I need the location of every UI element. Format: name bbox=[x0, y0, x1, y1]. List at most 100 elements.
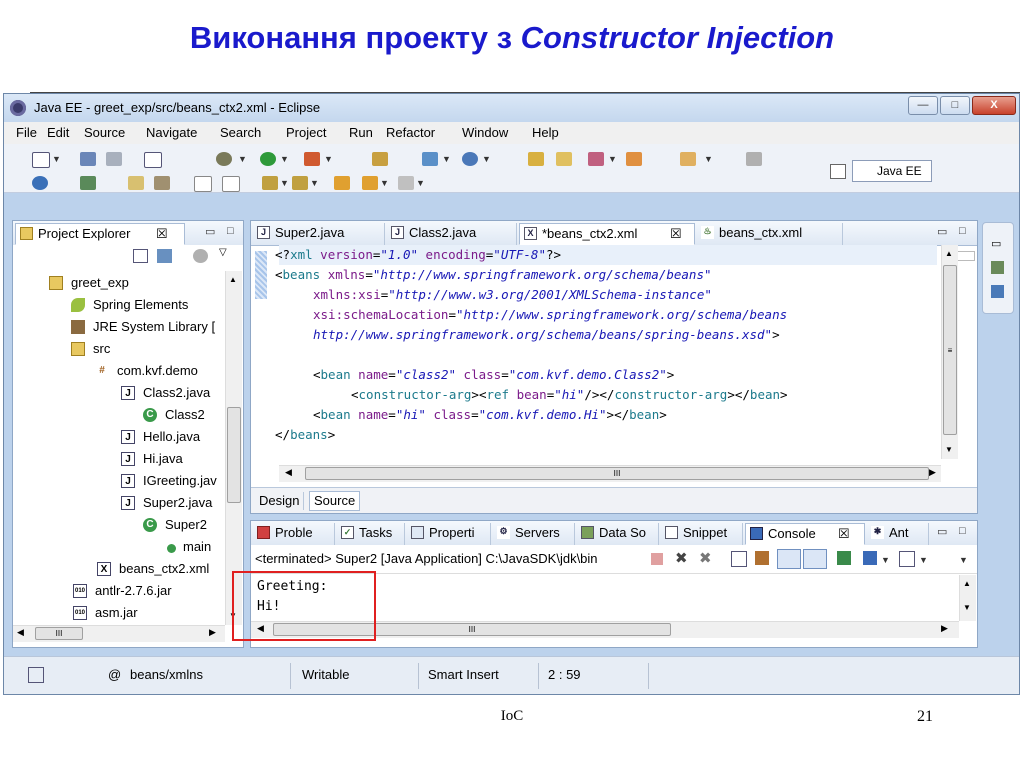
dropdown-arrow-icon[interactable]: ▼ bbox=[416, 178, 425, 188]
tab-data-source[interactable]: Data So bbox=[577, 523, 659, 545]
open-type-icon[interactable] bbox=[372, 152, 388, 166]
tab-super2-java[interactable]: J Super2.java bbox=[253, 223, 385, 245]
mark-occurrences-icon[interactable] bbox=[154, 176, 170, 190]
binary-icon[interactable] bbox=[144, 152, 162, 168]
tab-ant[interactable]: ✱ Ant bbox=[867, 523, 929, 545]
tab-properties[interactable]: Properti bbox=[407, 523, 491, 545]
dropdown-arrow-icon[interactable]: ▼ bbox=[380, 178, 389, 188]
back-icon[interactable] bbox=[362, 176, 378, 190]
dropdown-arrow-icon[interactable]: ▼ bbox=[238, 154, 247, 164]
scroll-up-icon[interactable]: ▲ bbox=[945, 249, 953, 258]
code-line[interactable]: <?xml version="1.0" encoding="UTF-8"?> bbox=[275, 245, 561, 265]
link-with-editor-icon[interactable] bbox=[157, 249, 172, 263]
explorer-horizontal-scrollbar[interactable]: ◀ III ▶ bbox=[13, 625, 225, 642]
new-server-icon[interactable] bbox=[422, 152, 438, 166]
menu-search[interactable]: Search bbox=[220, 125, 261, 140]
new-class-icon[interactable] bbox=[462, 152, 478, 166]
close-icon[interactable]: ☒ bbox=[670, 224, 682, 244]
tab-console[interactable]: Console ☒ bbox=[745, 523, 865, 545]
maximize-view-icon[interactable]: □ bbox=[959, 225, 966, 237]
next-annotation-icon[interactable] bbox=[262, 176, 278, 190]
dropdown-arrow-icon[interactable]: ▼ bbox=[881, 555, 890, 565]
remove-launch-icon[interactable]: ✖ bbox=[675, 549, 688, 567]
xml-source-editor[interactable]: <?xml version="1.0" encoding="UTF-8"?> <b… bbox=[267, 245, 941, 455]
synchronize-icon[interactable] bbox=[80, 176, 96, 190]
scroll-up-icon[interactable]: ▲ bbox=[229, 275, 237, 284]
tab-snippets[interactable]: Snippet bbox=[661, 523, 743, 545]
perspective-java-ee[interactable]: Java EE bbox=[852, 160, 932, 182]
minimize-view-icon[interactable]: ▭ bbox=[937, 525, 947, 538]
show-stdout-icon[interactable] bbox=[777, 549, 801, 569]
pencil-icon[interactable] bbox=[588, 152, 604, 166]
folder-icon[interactable] bbox=[680, 152, 696, 166]
scroll-thumb[interactable]: III bbox=[35, 627, 83, 640]
menu-project[interactable]: Project bbox=[286, 125, 326, 140]
scroll-up-icon[interactable]: ▲ bbox=[963, 579, 971, 588]
dropdown-arrow-icon[interactable]: ▼ bbox=[482, 154, 491, 164]
scroll-down-icon[interactable]: ▼ bbox=[945, 445, 953, 454]
scroll-thumb[interactable] bbox=[227, 407, 241, 503]
editor-vertical-scrollbar[interactable]: ▲ ≡ ▼ bbox=[941, 245, 958, 459]
code-line[interactable]: </beans> bbox=[275, 425, 335, 445]
minimize-button[interactable]: — bbox=[908, 96, 938, 115]
dropdown-arrow-icon[interactable]: ▼ bbox=[52, 154, 61, 164]
open-project-icon[interactable] bbox=[556, 152, 572, 166]
menu-refactor[interactable]: Refactor bbox=[386, 125, 435, 140]
menu-help[interactable]: Help bbox=[532, 125, 559, 140]
dropdown-arrow-icon[interactable]: ▼ bbox=[919, 555, 928, 565]
code-line[interactable]: xsi:schemaLocation="http://www.springfra… bbox=[313, 305, 787, 325]
scroll-thumb[interactable]: III bbox=[305, 467, 929, 480]
menu-edit[interactable]: Edit bbox=[47, 125, 69, 140]
dropdown-arrow-icon[interactable]: ▼ bbox=[704, 154, 713, 164]
external-tools-icon[interactable] bbox=[304, 152, 320, 166]
last-edit-icon[interactable] bbox=[334, 176, 350, 190]
editor-horizontal-scrollbar[interactable]: ◀ III ▶ bbox=[279, 465, 941, 482]
open-file-icon[interactable] bbox=[626, 152, 642, 166]
tab-tasks[interactable]: ✓ Tasks bbox=[337, 523, 405, 545]
menu-navigate[interactable]: Navigate bbox=[146, 125, 197, 140]
view-menu-icon[interactable]: ▼ bbox=[959, 555, 968, 565]
collapse-icon[interactable] bbox=[222, 176, 240, 192]
dropdown-arrow-icon[interactable]: ▼ bbox=[608, 154, 617, 164]
maximize-view-icon[interactable]: □ bbox=[227, 225, 234, 237]
restore-view-icon[interactable]: ▭ bbox=[991, 237, 1001, 250]
close-icon[interactable]: ☒ bbox=[156, 224, 168, 244]
expand-icon[interactable] bbox=[194, 176, 212, 192]
minimize-view-icon[interactable]: ▭ bbox=[937, 225, 947, 238]
terminate-icon[interactable] bbox=[651, 553, 663, 565]
annotation-icon[interactable] bbox=[128, 176, 144, 190]
tab-problems[interactable]: Proble bbox=[253, 523, 335, 545]
new-icon[interactable] bbox=[32, 152, 50, 168]
minimize-view-icon[interactable]: ▭ bbox=[205, 225, 215, 238]
tab-beans-ctx-xml[interactable]: ♨ beans_ctx.xml bbox=[697, 223, 843, 245]
dropdown-arrow-icon[interactable]: ▼ bbox=[280, 178, 289, 188]
collapse-all-icon[interactable] bbox=[133, 249, 148, 263]
dropdown-arrow-icon[interactable]: ▼ bbox=[280, 154, 289, 164]
menu-file[interactable]: File bbox=[16, 125, 37, 140]
scroll-down-icon[interactable]: ▼ bbox=[963, 603, 971, 612]
tab-servers[interactable]: ⚙ Servers bbox=[493, 523, 575, 545]
scroll-right-icon[interactable]: ▶ bbox=[929, 467, 936, 478]
code-line[interactable]: xmlns:xsi="http://www.w3.org/2001/XMLSch… bbox=[313, 285, 712, 305]
code-line[interactable]: http://www.springframework.org/schema/be… bbox=[313, 325, 780, 345]
task-list-icon[interactable] bbox=[991, 285, 1004, 298]
pin-console-icon[interactable] bbox=[837, 551, 851, 565]
maximize-view-icon[interactable]: □ bbox=[959, 525, 966, 537]
tab-source[interactable]: Source bbox=[309, 491, 361, 511]
forward-icon[interactable] bbox=[398, 176, 414, 190]
scroll-left-icon[interactable]: ◀ bbox=[17, 627, 24, 638]
scroll-left-icon[interactable]: ◀ bbox=[285, 467, 292, 478]
run-icon[interactable] bbox=[260, 152, 276, 166]
dropdown-arrow-icon[interactable]: ▼ bbox=[310, 178, 319, 188]
code-line[interactable]: <constructor-arg><ref bean="hi"/></const… bbox=[351, 385, 788, 405]
fast-view-icon[interactable] bbox=[28, 667, 44, 683]
code-line[interactable]: <bean name="class2" class="com.kvf.demo.… bbox=[313, 365, 674, 385]
outline-icon[interactable] bbox=[991, 261, 1004, 274]
print-icon[interactable] bbox=[106, 152, 122, 166]
maximize-button[interactable]: □ bbox=[940, 96, 970, 115]
open-perspective-icon[interactable] bbox=[830, 164, 846, 179]
tab-project-explorer[interactable]: Project Explorer ☒ bbox=[15, 223, 185, 245]
tab-beans-ctx2-xml[interactable]: X *beans_ctx2.xml ☒ bbox=[519, 223, 695, 245]
close-icon[interactable]: ☒ bbox=[838, 524, 850, 544]
previous-annotation-icon[interactable] bbox=[292, 176, 308, 190]
